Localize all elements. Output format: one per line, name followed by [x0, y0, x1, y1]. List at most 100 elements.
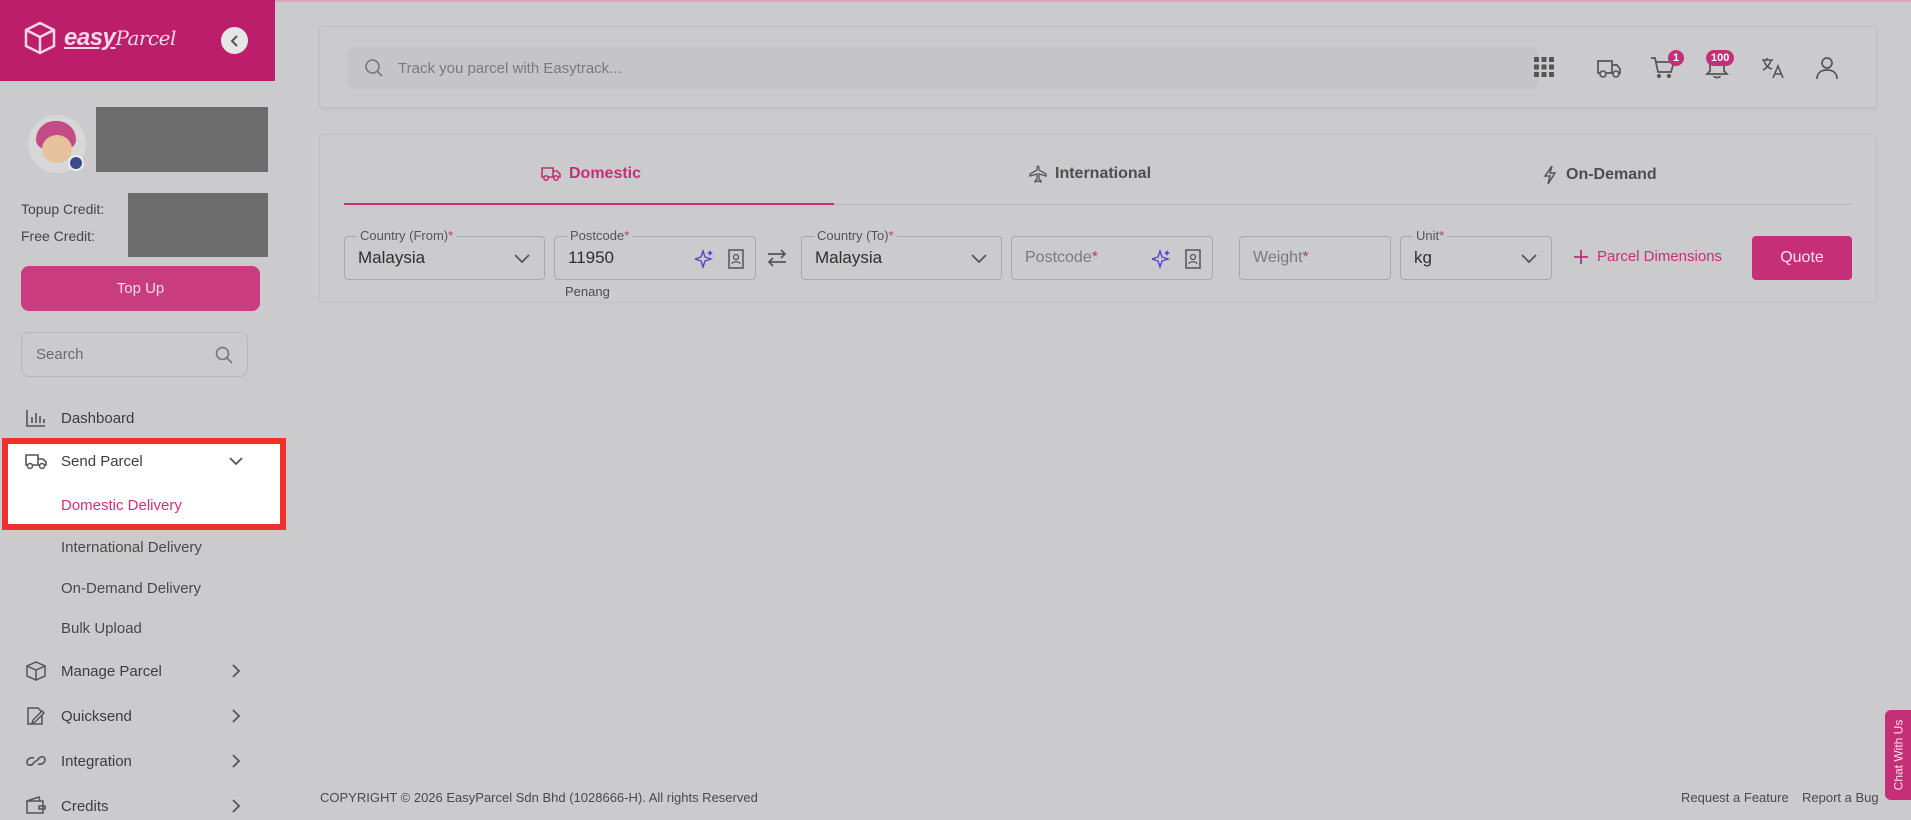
chevron-down-icon	[514, 254, 530, 264]
chevron-down-icon	[229, 457, 243, 466]
postcode-from-value: 11950	[568, 248, 615, 267]
chevron-right-icon	[232, 709, 241, 723]
wallet-icon	[26, 796, 46, 814]
chat-with-us-label: Chat With Us	[1891, 719, 1905, 791]
sidebar-subitem-bulk-upload[interactable]: Bulk Upload	[61, 620, 142, 637]
user-icon[interactable]	[1814, 55, 1840, 81]
search-icon	[215, 346, 233, 364]
postcode-to-input[interactable]: Postcode*	[1011, 236, 1213, 280]
unit-select[interactable]: Unit* kg	[1400, 228, 1552, 280]
sidebar-item-label: Dashboard	[61, 409, 135, 427]
postcode-from-icons	[695, 249, 745, 269]
sidebar-subitem-on-demand-delivery[interactable]: On-Demand Delivery	[61, 580, 201, 597]
chat-with-us-button[interactable]: Chat With Us	[1885, 710, 1911, 800]
truck-icon	[541, 167, 561, 181]
sidebar-item-label: Manage Parcel	[61, 662, 162, 680]
brand-bar: easyParcel	[0, 0, 275, 81]
redacted-username	[96, 107, 268, 172]
tab-international[interactable]: International	[1029, 165, 1151, 183]
bar-chart-icon	[26, 410, 45, 427]
request-feature-link[interactable]: Request a Feature	[1681, 790, 1789, 805]
postcode-from-city: Penang	[565, 284, 610, 299]
tab-domestic[interactable]: Domestic	[541, 165, 641, 183]
plane-icon	[1029, 165, 1047, 183]
sidebar-item-dashboard[interactable]: Dashboard	[0, 398, 275, 438]
tab-label: On-Demand	[1566, 166, 1657, 183]
active-tab-indicator	[344, 203, 834, 205]
country-to-label: Country (To)*	[814, 228, 897, 243]
free-credit-label: Free Credit:	[21, 228, 95, 244]
postcode-from-input[interactable]: Postcode* 11950	[554, 228, 756, 280]
sidebar-subitem-domestic-delivery[interactable]: Domestic Delivery	[61, 497, 182, 514]
top-bar: Track you parcel with Easytrack... 1 100	[319, 26, 1877, 108]
address-book-icon[interactable]	[1184, 249, 1202, 269]
country-from-select[interactable]: Country (From)* Malaysia	[344, 228, 545, 280]
sparkle-icon[interactable]	[695, 249, 715, 269]
country-to-value: Malaysia	[815, 248, 883, 267]
sidebar-search-placeholder: Search	[36, 346, 84, 363]
search-icon	[365, 59, 383, 77]
chevron-left-icon	[230, 34, 238, 47]
top-strip	[275, 0, 1911, 2]
cart-count-badge: 1	[1668, 50, 1685, 66]
weight-input[interactable]: Weight*	[1239, 236, 1391, 280]
truck-icon[interactable]	[1596, 55, 1622, 81]
translate-icon[interactable]	[1760, 55, 1786, 81]
sidebar-item-integration[interactable]: Integration	[0, 741, 275, 781]
tab-label: Domestic	[569, 165, 642, 182]
sidebar-item-quicksend[interactable]: Quicksend	[0, 696, 275, 736]
sidebar: easyParcel Topup Credit: Free Credit: To…	[0, 0, 286, 820]
tab-label: International	[1055, 165, 1152, 182]
parcel-dimensions-label: Parcel Dimensions	[1597, 248, 1723, 265]
sidebar-item-label: Send Parcel	[61, 452, 143, 470]
postcode-to-placeholder: Postcode*	[1025, 249, 1098, 266]
sidebar-item-send-parcel[interactable]: Send Parcel	[0, 441, 275, 481]
report-bug-link[interactable]: Report a Bug	[1802, 790, 1879, 805]
sidebar-subitem-international-delivery[interactable]: International Delivery	[61, 539, 202, 556]
swap-icon[interactable]	[766, 248, 788, 268]
collapse-sidebar-button[interactable]	[221, 27, 248, 54]
chevron-right-icon	[232, 754, 241, 768]
sidebar-search-input[interactable]: Search	[21, 332, 248, 377]
weight-placeholder: Weight*	[1253, 249, 1309, 266]
quote-button[interactable]: Quote	[1752, 236, 1852, 280]
lightning-icon	[1543, 165, 1557, 185]
redacted-credit-values	[128, 193, 268, 257]
plus-icon	[1574, 249, 1588, 264]
sidebar-item-label: Integration	[61, 752, 132, 770]
truck-icon	[25, 454, 47, 470]
track-search-placeholder: Track you parcel with Easytrack...	[398, 59, 622, 77]
copyright-text: COPYRIGHT © 2026 EasyParcel Sdn Bhd (102…	[320, 790, 758, 805]
country-to-select[interactable]: Country (To)* Malaysia	[801, 228, 1002, 280]
chevron-down-icon	[971, 254, 987, 264]
logo-text: easyParcel	[64, 24, 176, 51]
top-up-button[interactable]: Top Up	[21, 266, 260, 311]
postcode-to-icons	[1152, 249, 1202, 269]
sparkle-icon[interactable]	[1152, 249, 1172, 269]
avatar[interactable]	[28, 115, 86, 173]
country-from-value: Malaysia	[358, 248, 426, 267]
link-icon	[26, 755, 46, 767]
parcel-dimensions-button[interactable]: Parcel Dimensions	[1573, 248, 1722, 265]
avatar-face	[42, 135, 72, 163]
postcode-from-label: Postcode*	[567, 228, 633, 243]
flag-icon	[68, 155, 84, 171]
notification-count-badge: 100	[1706, 50, 1735, 66]
tab-on-demand[interactable]: On-Demand	[1542, 165, 1657, 185]
box-logo-icon	[24, 21, 56, 55]
unit-label: Unit*	[1413, 228, 1448, 243]
country-from-label: Country (From)*	[357, 228, 457, 243]
topup-credit-label: Topup Credit:	[21, 201, 105, 217]
track-search-input[interactable]: Track you parcel with Easytrack...	[348, 47, 1538, 89]
edit-icon	[27, 707, 45, 725]
box-icon	[26, 661, 46, 681]
sidebar-item-label: Quicksend	[61, 707, 132, 725]
address-book-icon[interactable]	[727, 249, 745, 269]
apps-grid-icon[interactable]	[1533, 56, 1555, 78]
chevron-down-icon	[1521, 254, 1537, 264]
sidebar-item-label: Credits	[61, 797, 109, 815]
logo[interactable]: easyParcel	[22, 20, 176, 56]
sidebar-item-credits[interactable]: Credits	[0, 786, 275, 820]
sidebar-item-manage-parcel[interactable]: Manage Parcel	[0, 651, 275, 691]
unit-value: kg	[1414, 248, 1432, 267]
